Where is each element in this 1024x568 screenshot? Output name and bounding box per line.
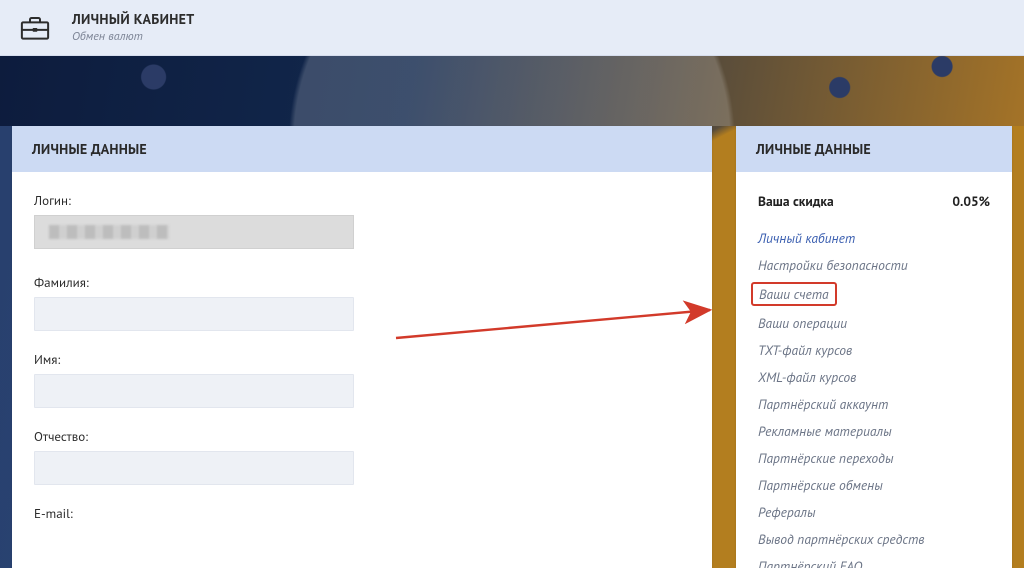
sidebar-nav: Личный кабинет Настройки безопасности Ваши… bbox=[758, 224, 990, 568]
sidebar-item: Партнёрские переходы bbox=[758, 444, 990, 471]
discount-label: Ваша скидка bbox=[758, 192, 834, 210]
sidebar-item: Вывод партнёрских средств bbox=[758, 525, 990, 552]
sidebar-item: Партнёрский FAQ bbox=[758, 552, 990, 568]
sidebar-item: Личный кабинет bbox=[758, 224, 990, 251]
card-heading: ЛИЧНЫЕ ДАННЫЕ bbox=[12, 126, 712, 172]
sidebar-item: Рефералы bbox=[758, 498, 990, 525]
briefcase-icon bbox=[18, 13, 52, 43]
sidebar-link-2[interactable]: Ваши счета bbox=[751, 282, 837, 306]
login-input[interactable] bbox=[34, 215, 354, 249]
sidebar-item: Партнёрский аккаунт bbox=[758, 390, 990, 417]
sidebar-item: Ваши операции bbox=[758, 309, 990, 336]
sidebar-item: XML-файл курсов bbox=[758, 363, 990, 390]
sidebar-link-11[interactable]: Вывод партнёрских средств bbox=[758, 530, 924, 548]
sidebar-link-0[interactable]: Личный кабинет bbox=[758, 229, 855, 247]
top-bar: ЛИЧНЫЙ КАБИНЕТ Обмен валют bbox=[0, 0, 1024, 56]
sidebar-link-12[interactable]: Партнёрский FAQ bbox=[758, 557, 862, 568]
sidebar-link-3[interactable]: Ваши операции bbox=[758, 314, 847, 332]
sidebar-item: Ваши счета bbox=[758, 278, 990, 309]
sidebar-link-7[interactable]: Рекламные материалы bbox=[758, 422, 892, 440]
personal-data-card: ЛИЧНЫЕ ДАННЫЕ Логин: Фамилия: Имя: Отчес… bbox=[12, 126, 712, 568]
sidebar-item: Партнёрские обмены bbox=[758, 471, 990, 498]
middlename-input[interactable] bbox=[34, 451, 354, 485]
page-title: ЛИЧНЫЙ КАБИНЕТ bbox=[72, 11, 194, 28]
sidebar-link-5[interactable]: XML-файл курсов bbox=[758, 368, 856, 386]
email-label: E-mail: bbox=[34, 505, 690, 522]
hero-banner bbox=[0, 56, 1024, 126]
content-area: ЛИЧНЫЕ ДАННЫЕ Логин: Фамилия: Имя: Отчес… bbox=[0, 126, 1024, 568]
sidebar-link-10[interactable]: Рефералы bbox=[758, 503, 816, 521]
sidebar-item: Рекламные материалы bbox=[758, 417, 990, 444]
sidebar-card: ЛИЧНЫЕ ДАННЫЕ Ваша скидка 0.05% Личный к… bbox=[736, 126, 1012, 568]
sidebar-link-4[interactable]: TXT-файл курсов bbox=[758, 341, 852, 359]
middlename-label: Отчество: bbox=[34, 428, 690, 445]
firstname-label: Имя: bbox=[34, 351, 690, 368]
firstname-input[interactable] bbox=[34, 374, 354, 408]
login-label: Логин: bbox=[34, 192, 690, 209]
sidebar-heading: ЛИЧНЫЕ ДАННЫЕ bbox=[736, 126, 1012, 172]
sidebar-item: TXT-файл курсов bbox=[758, 336, 990, 363]
sidebar-link-6[interactable]: Партнёрский аккаунт bbox=[758, 395, 888, 413]
discount-value: 0.05% bbox=[952, 192, 990, 210]
sidebar-link-8[interactable]: Партнёрские переходы bbox=[758, 449, 893, 467]
sidebar-item: Настройки безопасности bbox=[758, 251, 990, 278]
lastname-label: Фамилия: bbox=[34, 274, 690, 291]
page-subtitle: Обмен валют bbox=[72, 30, 194, 44]
sidebar-link-9[interactable]: Партнёрские обмены bbox=[758, 476, 883, 494]
lastname-input[interactable] bbox=[34, 297, 354, 331]
sidebar-link-1[interactable]: Настройки безопасности bbox=[758, 256, 908, 274]
